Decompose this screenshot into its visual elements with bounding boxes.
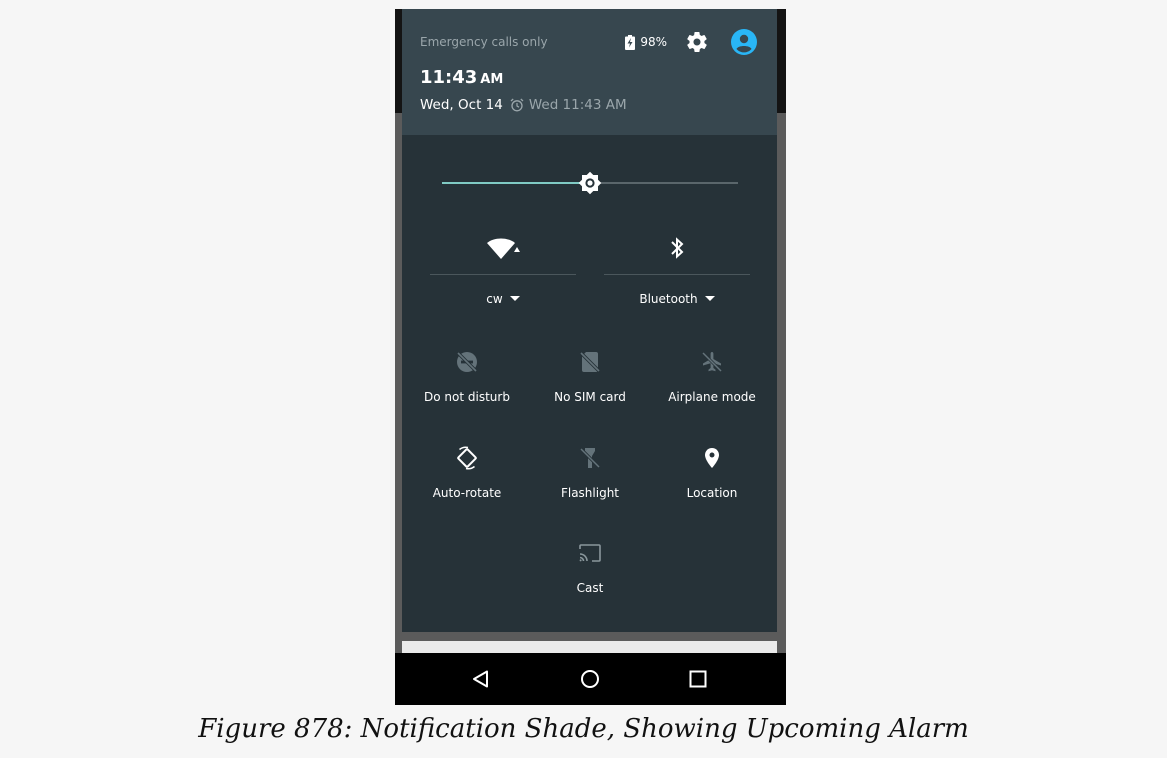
tile-no-sim[interactable]: No SIM card: [530, 350, 650, 410]
date-row: Wed, Oct 14 Wed 11:43 AM: [420, 97, 627, 113]
bluetooth-tile[interactable]: Bluetooth: [604, 235, 750, 315]
alarm-clock-icon: [510, 98, 524, 112]
status-icons: 98%: [625, 29, 757, 55]
notification-shade: Emergency calls only 98% 11:43 AM Wed, Oc…: [402, 9, 777, 632]
user-avatar-icon[interactable]: [731, 29, 757, 55]
wifi-tile-divider: [430, 274, 576, 275]
home-circle-icon[interactable]: [580, 669, 600, 689]
chevron-down-icon: [509, 296, 520, 301]
battery-percent: 98%: [640, 35, 667, 49]
screen-rotation-icon: [457, 446, 477, 470]
clock[interactable]: 11:43 AM: [420, 67, 503, 88]
wifi-network-label: cw: [486, 292, 503, 306]
shade-header: Emergency calls only 98% 11:43 AM Wed, Oc…: [402, 9, 777, 135]
tile-label: Location: [686, 486, 738, 500]
tile-cast[interactable]: Cast: [530, 541, 650, 601]
tile-do-not-disturb[interactable]: Do not disturb: [407, 350, 527, 410]
tile-label: Airplane mode: [668, 390, 756, 404]
figure-caption: Figure 878: Notification Shade, Showing …: [198, 714, 969, 744]
bluetooth-label: Bluetooth: [639, 292, 698, 306]
tile-flashlight[interactable]: Flashlight: [530, 446, 650, 506]
clock-time: 11:43: [420, 67, 478, 88]
tile-label: Auto-rotate: [432, 486, 502, 500]
battery-charging-icon: [625, 34, 636, 50]
back-triangle-icon[interactable]: [471, 669, 491, 689]
location-pin-icon: [705, 448, 719, 468]
tile-location[interactable]: Location: [652, 446, 772, 506]
do-not-disturb-off-icon: [456, 351, 478, 373]
tile-auto-rotate[interactable]: Auto-rotate: [407, 446, 527, 506]
next-alarm-text[interactable]: Wed 11:43 AM: [529, 97, 627, 113]
chevron-down-icon: [704, 296, 715, 301]
brightness-slider-fill: [442, 182, 590, 184]
wifi-tile[interactable]: cw: [430, 235, 576, 315]
date-text[interactable]: Wed, Oct 14: [420, 97, 503, 113]
recents-square-icon[interactable]: [688, 669, 708, 689]
bluetooth-tile-divider: [604, 274, 750, 275]
tile-label: Do not disturb: [424, 390, 510, 404]
bluetooth-tile-label-row[interactable]: Bluetooth: [604, 292, 750, 306]
cast-icon: [579, 544, 601, 562]
clock-ampm: AM: [480, 72, 504, 87]
bluetooth-icon: [671, 237, 684, 259]
tile-airplane-mode[interactable]: Airplane mode: [652, 350, 772, 410]
wifi-icon: [487, 238, 520, 259]
wifi-tile-label-row[interactable]: cw: [430, 292, 576, 306]
brightness-sun-icon[interactable]: [578, 171, 602, 195]
flashlight-off-icon: [579, 447, 601, 469]
carrier-text: Emergency calls only: [420, 35, 548, 49]
tile-label: Flashlight: [560, 486, 620, 500]
tile-label: No SIM card: [554, 390, 626, 404]
airplane-off-icon: [701, 351, 723, 373]
no-sim-icon: [579, 351, 601, 373]
tile-label: Cast: [576, 581, 604, 595]
settings-gear-icon[interactable]: [685, 30, 709, 54]
navigation-bar: [395, 653, 786, 705]
background-notification-card: [402, 641, 777, 653]
